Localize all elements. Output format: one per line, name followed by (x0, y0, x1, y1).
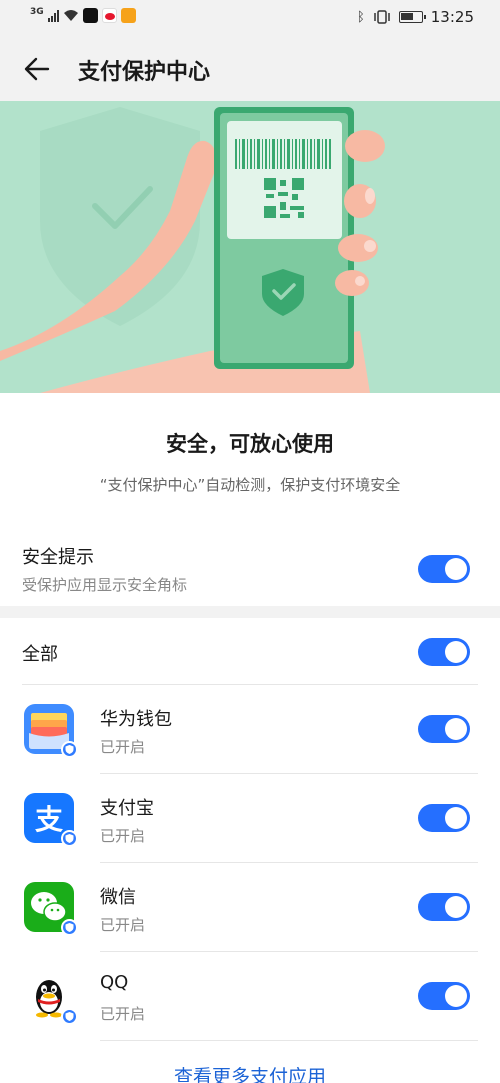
wechat-icon (24, 882, 78, 936)
status-time: 13:25 (430, 8, 474, 26)
app-name: QQ (100, 972, 129, 993)
protected-badge-icon (61, 830, 78, 847)
huawei-wallet-toggle[interactable] (418, 715, 470, 743)
weibo-icon (101, 8, 117, 23)
view-more-payment-apps-link[interactable]: 查看更多支付应用 (0, 1062, 500, 1083)
security-tip-label: 安全提示 (22, 547, 94, 568)
divider (100, 951, 478, 952)
qq-toggle[interactable] (418, 982, 470, 1010)
bluetooth-icon: ᛒ (356, 9, 365, 25)
protected-badge-icon (61, 741, 78, 758)
app-name: 支付宝 (100, 798, 154, 819)
app-header: 支付保护中心 (0, 36, 500, 101)
page-title: 支付保护中心 (78, 60, 211, 85)
wechat-toggle[interactable] (418, 893, 470, 921)
divider (100, 862, 478, 863)
status-description: “支付保护中心”自动检测，保护支付环境安全 (99, 476, 401, 494)
toggle-knob (445, 985, 467, 1007)
toggle-knob (445, 718, 467, 740)
hand-phone-illustration (0, 107, 385, 393)
wifi-icon (63, 10, 78, 21)
status-left: 3G (30, 8, 136, 23)
all-apps-label: 全部 (22, 644, 58, 665)
tiktok-icon (82, 8, 98, 23)
hero-illustration (0, 101, 500, 393)
app-status: 已开启 (100, 827, 146, 845)
app-name: 华为钱包 (100, 709, 172, 730)
toggle-knob (445, 896, 467, 918)
alipay-icon: 支 (24, 793, 78, 847)
divider (100, 773, 478, 774)
app-status: 已开启 (100, 1005, 146, 1023)
alipay-toggle[interactable] (418, 804, 470, 832)
protected-badge-icon (61, 1008, 78, 1025)
toggle-knob (445, 807, 467, 829)
toggle-knob (445, 641, 467, 663)
signal-icon (47, 9, 59, 22)
svg-text:支: 支 (35, 803, 63, 836)
app-status: 已开启 (100, 738, 146, 756)
divider (100, 1040, 478, 1041)
app-status: 已开启 (100, 916, 146, 934)
security-tip-toggle[interactable] (418, 555, 470, 583)
news-app-icon (120, 8, 136, 23)
network-type: 3G (30, 7, 44, 17)
status-bar: 3G ᛒ 13:25 (0, 0, 500, 36)
all-apps-toggle[interactable] (418, 638, 470, 666)
huawei-wallet-icon (24, 704, 78, 758)
qq-icon (24, 971, 78, 1025)
vibrate-icon (374, 10, 390, 24)
status-right: ᛒ 13:25 (357, 8, 474, 26)
app-name: 微信 (100, 887, 136, 908)
protected-badge-icon (61, 919, 78, 936)
section-separator (0, 606, 500, 618)
security-tip-description: 受保护应用显示安全角标 (22, 576, 188, 594)
battery-icon (398, 11, 426, 23)
divider (22, 684, 478, 685)
toggle-knob (445, 558, 467, 580)
back-arrow-icon[interactable] (22, 53, 54, 85)
status-headline: 安全，可放心使用 (166, 432, 334, 456)
